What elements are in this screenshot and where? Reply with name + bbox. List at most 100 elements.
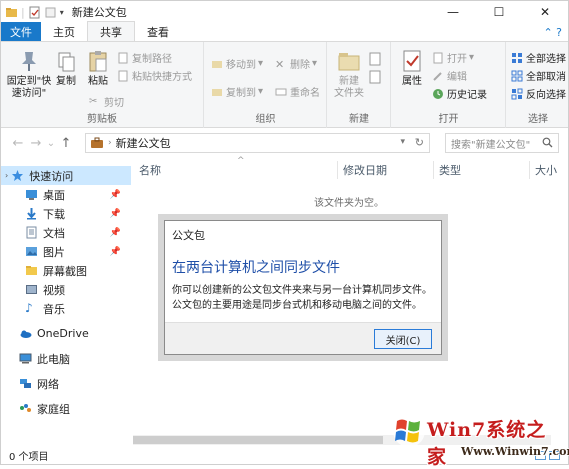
copy-button[interactable]: 复制 bbox=[53, 48, 79, 88]
column-header-size[interactable]: 大小 bbox=[535, 162, 557, 178]
recent-locations-button[interactable]: ⌄ bbox=[45, 138, 57, 149]
select-none-button[interactable]: 全部取消 bbox=[511, 68, 566, 83]
column-header-name[interactable]: 名称 bbox=[139, 162, 161, 178]
move-to-button[interactable]: 移动到 ▾ bbox=[211, 56, 263, 71]
sidebar-item-label: 屏幕截图 bbox=[43, 264, 87, 278]
scrollbar-thumb[interactable] bbox=[133, 436, 383, 444]
edit-label: 编辑 bbox=[447, 72, 467, 83]
edit-icon bbox=[433, 71, 442, 81]
maximize-button[interactable]: ☐ bbox=[476, 1, 522, 23]
ribbon: 固定到"快 速访问" 复制 粘贴 复制路径 粘贴快捷方式 ✂ 剪切 剪贴板 移动… bbox=[1, 42, 568, 128]
back-button[interactable]: ← bbox=[9, 136, 27, 151]
sidebar-item-this-pc[interactable]: 此电脑 bbox=[1, 349, 131, 368]
properties-button[interactable]: 属性 bbox=[398, 48, 426, 88]
quick-access-toolbar: | ▾ bbox=[5, 6, 64, 19]
move-to-label: 移动到 bbox=[226, 60, 256, 71]
properties-icon bbox=[403, 50, 421, 72]
windows-logo-icon bbox=[393, 415, 425, 447]
pin-icon[interactable]: 📌 bbox=[110, 228, 121, 238]
sidebar-item-quick-access[interactable]: › 快速访问 bbox=[1, 166, 131, 185]
sidebar-item-music[interactable]: ♪ 音乐 bbox=[1, 299, 131, 318]
open-button[interactable]: 打开 ▾ bbox=[432, 50, 474, 65]
column-header-type[interactable]: 类型 bbox=[439, 162, 461, 178]
sidebar-item-label: 下载 bbox=[43, 207, 65, 221]
edit-button[interactable]: 编辑 bbox=[432, 68, 467, 83]
dialog-footer: 关闭(C) bbox=[165, 322, 441, 354]
new-folder-label: 新建 文件夹 bbox=[334, 76, 364, 99]
new-item-icon[interactable] bbox=[368, 52, 382, 66]
explorer-window: | ▾ 新建公文包 — ☐ ✕ 文件 主页 共享 查看 ⌃ ? 固定到"快 速访… bbox=[0, 0, 569, 468]
easy-access-icon[interactable] bbox=[368, 70, 382, 84]
column-divider[interactable] bbox=[529, 161, 530, 179]
column-divider[interactable] bbox=[433, 161, 434, 179]
sidebar-item-downloads[interactable]: 下载 📌 bbox=[1, 204, 131, 223]
address-bar[interactable]: › 新建公文包 ▾ ↻ bbox=[85, 133, 430, 153]
dialog-heading: 在两台计算机之间同步文件 bbox=[172, 260, 340, 276]
download-icon bbox=[27, 208, 36, 220]
pin-quick-access-button[interactable]: 固定到"快 速访问" bbox=[5, 48, 53, 100]
sidebar-item-desktop[interactable]: 桌面 📌 bbox=[1, 185, 131, 204]
select-all-icon bbox=[512, 52, 522, 63]
pin-icon[interactable]: 📌 bbox=[110, 190, 121, 200]
search-input[interactable]: 搜索"新建公文包" bbox=[445, 133, 559, 153]
invert-selection-button[interactable]: 反向选择 bbox=[511, 86, 566, 101]
rename-label: 重命名 bbox=[290, 88, 320, 99]
paste-shortcut-button[interactable]: 粘贴快捷方式 bbox=[117, 68, 192, 83]
pin-icon[interactable]: 📌 bbox=[110, 247, 121, 257]
copy-path-button[interactable]: 复制路径 bbox=[117, 50, 172, 65]
tab-file[interactable]: 文件 bbox=[1, 22, 41, 41]
copy-icon bbox=[58, 52, 75, 72]
dialog-body: 你可以创建新的公文包文件夹来与另一台计算机同步文件。公文包的主要用途是同步台式机… bbox=[172, 285, 432, 311]
rename-button[interactable]: 重命名 bbox=[275, 84, 320, 99]
sidebar-item-network[interactable]: 网络 bbox=[1, 374, 131, 393]
copy-to-icon bbox=[212, 88, 222, 96]
chevron-down-icon[interactable]: ▾ bbox=[60, 8, 64, 17]
sidebar-item-screenshots[interactable]: 屏幕截图 bbox=[1, 261, 131, 280]
cut-button[interactable]: ✂ 剪切 bbox=[89, 94, 124, 110]
sort-caret-icon: ^ bbox=[237, 156, 245, 166]
column-header-date-modified[interactable]: 修改日期 bbox=[343, 162, 387, 178]
sidebar-item-onedrive[interactable]: OneDrive bbox=[1, 324, 131, 343]
sidebar-item-homegroup[interactable]: 家庭组 bbox=[1, 399, 131, 418]
new-folder-icon[interactable] bbox=[44, 6, 57, 19]
history-button[interactable]: 历史记录 bbox=[432, 86, 487, 101]
open-icon bbox=[433, 52, 443, 63]
watermark: Win7系统之家 Www.Winwin7.com bbox=[389, 409, 569, 468]
delete-button[interactable]: ✕ 删除 ▾ bbox=[275, 56, 317, 72]
dialog-title: 公文包 bbox=[172, 229, 205, 242]
tab-view[interactable]: 查看 bbox=[135, 22, 181, 41]
up-button[interactable]: ↑ bbox=[57, 136, 75, 151]
help-icon[interactable]: ⌃ ? bbox=[543, 26, 562, 39]
search-placeholder: 搜索"新建公文包" bbox=[451, 139, 531, 151]
expand-icon[interactable]: › bbox=[5, 171, 8, 180]
refresh-icon[interactable]: ↻ bbox=[415, 136, 424, 149]
tab-home[interactable]: 主页 bbox=[41, 22, 87, 41]
paste-shortcut-label: 粘贴快捷方式 bbox=[132, 72, 192, 83]
sidebar-item-label: OneDrive bbox=[37, 327, 89, 340]
folder-icon[interactable] bbox=[5, 6, 18, 19]
paste-button[interactable]: 粘贴 bbox=[83, 48, 113, 88]
pin-icon[interactable]: 📌 bbox=[110, 209, 121, 219]
sidebar-item-label: 家庭组 bbox=[37, 402, 70, 416]
invert-selection-icon bbox=[511, 88, 523, 99]
invert-selection-label: 反向选择 bbox=[526, 90, 566, 101]
copy-to-button[interactable]: 复制到 ▾ bbox=[211, 84, 263, 99]
clipboard-group: 固定到"快 速访问" 复制 粘贴 复制路径 粘贴快捷方式 ✂ 剪切 剪贴板 bbox=[1, 42, 204, 128]
close-button[interactable]: ✕ bbox=[522, 1, 568, 23]
address-dropdown-icon[interactable]: ▾ bbox=[400, 137, 405, 147]
column-divider[interactable] bbox=[337, 161, 338, 179]
new-group-label: 新建 bbox=[349, 114, 369, 125]
item-count: 0 个项目 bbox=[9, 452, 49, 463]
sidebar-item-documents[interactable]: 文档 📌 bbox=[1, 223, 131, 242]
select-all-button[interactable]: 全部选择 bbox=[511, 50, 566, 65]
new-folder-button[interactable]: 新建 文件夹 bbox=[332, 48, 366, 100]
new-group: 新建 文件夹 新建 bbox=[328, 42, 391, 128]
tab-share[interactable]: 共享 bbox=[87, 21, 135, 41]
forward-button[interactable]: → bbox=[27, 136, 45, 151]
sidebar-item-pictures[interactable]: 图片 📌 bbox=[1, 242, 131, 261]
new-folder-icon bbox=[338, 53, 360, 71]
close-dialog-button[interactable]: 关闭(C) bbox=[374, 329, 432, 349]
sidebar-item-videos[interactable]: 视频 bbox=[1, 280, 131, 299]
properties-check-icon[interactable] bbox=[28, 6, 41, 19]
minimize-button[interactable]: — bbox=[430, 1, 476, 23]
